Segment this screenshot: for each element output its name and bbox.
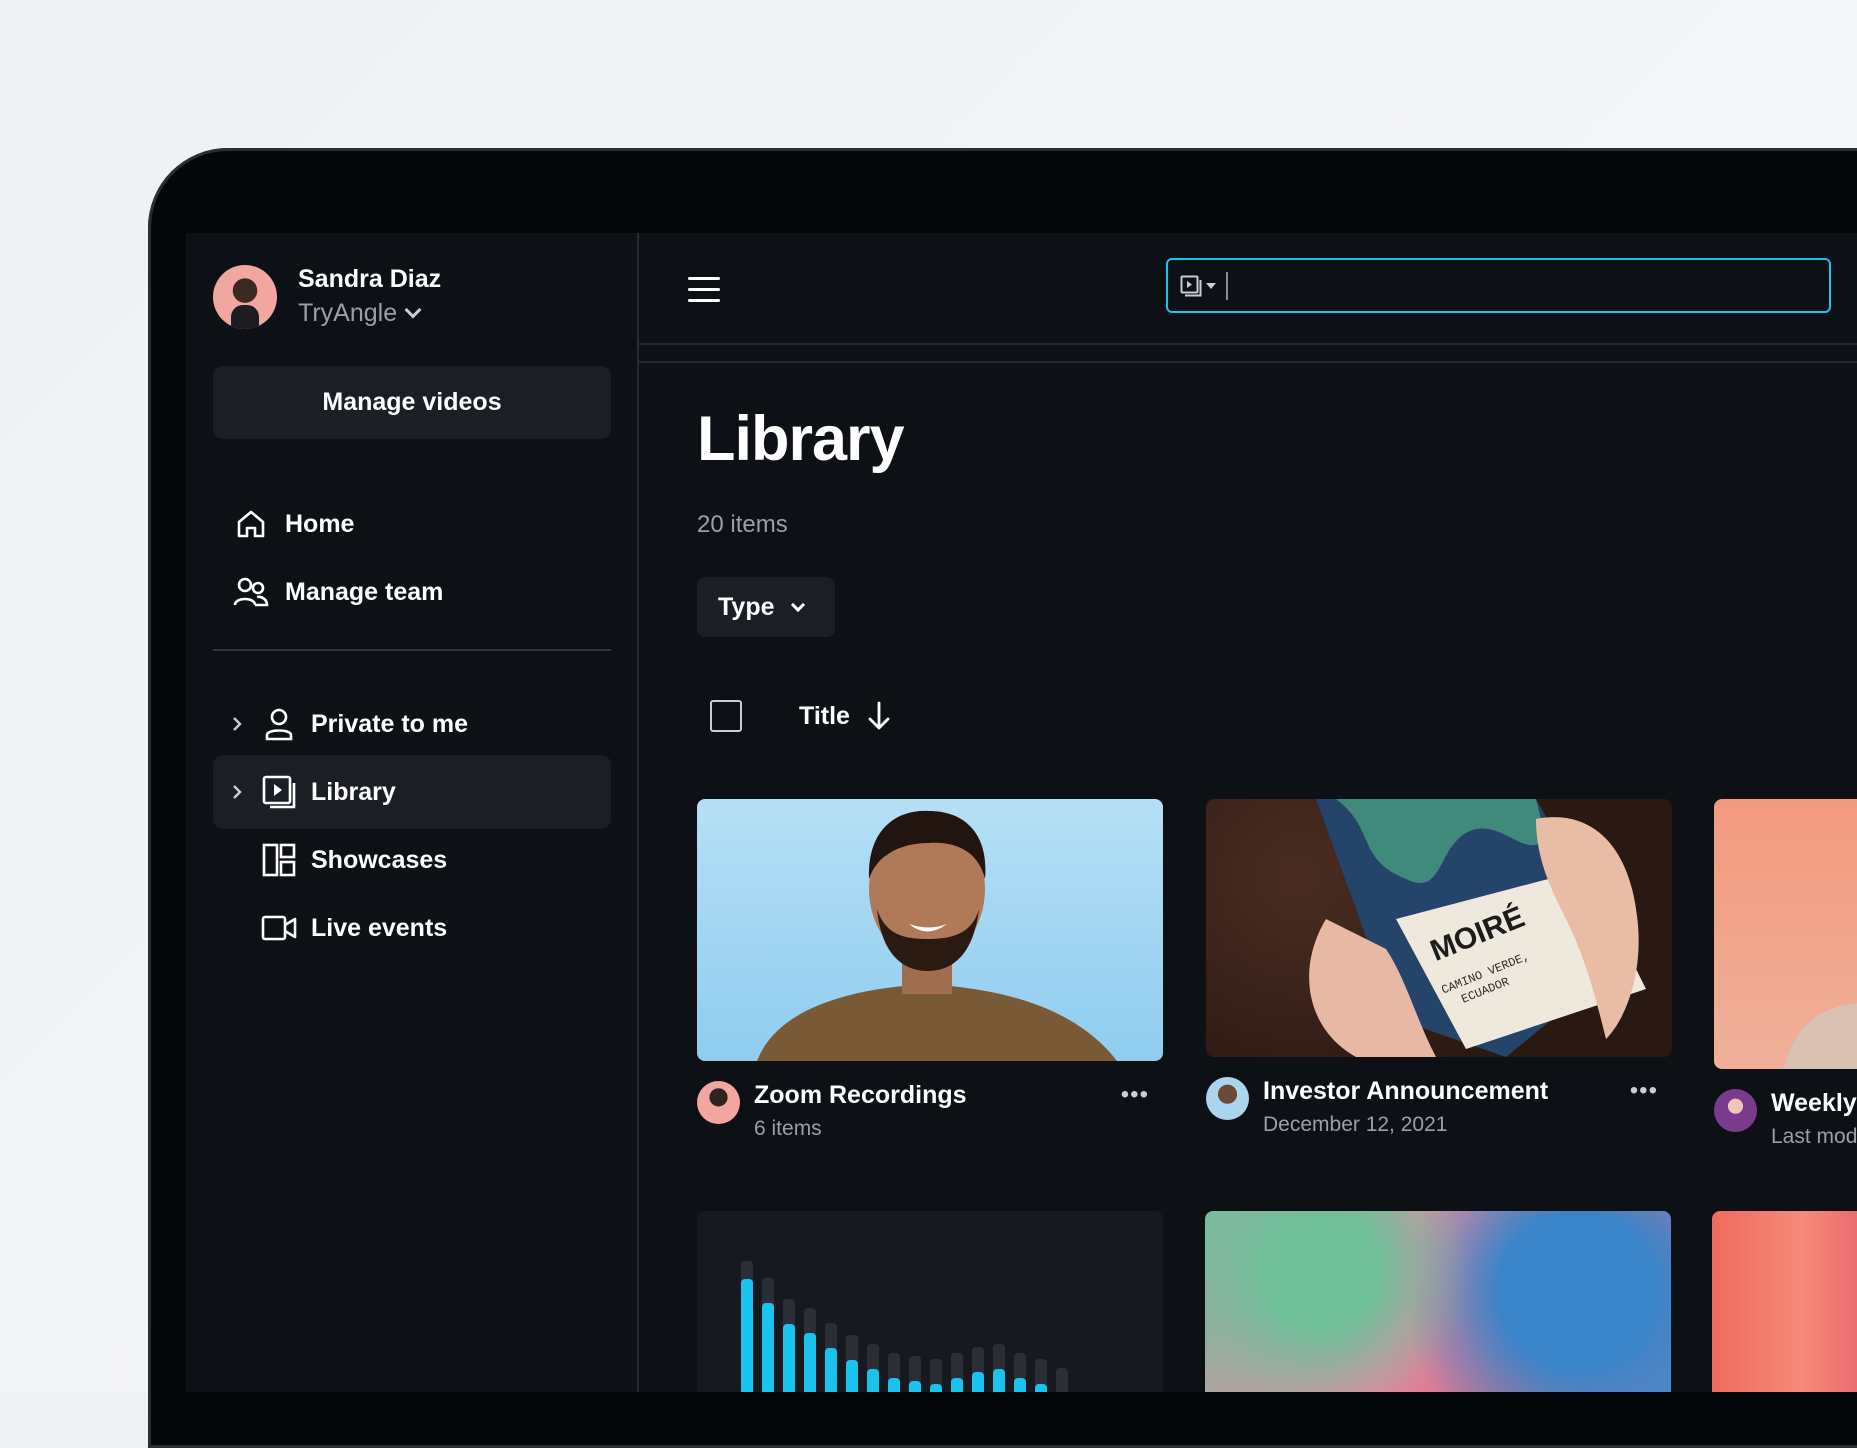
video-card[interactable]: Weekly Last mod xyxy=(1714,799,1857,1149)
avatar xyxy=(1206,1077,1249,1120)
showcase-icon xyxy=(259,840,299,880)
bar xyxy=(951,1378,963,1392)
search-box[interactable] xyxy=(1166,258,1831,313)
bar xyxy=(1014,1378,1026,1392)
bar xyxy=(783,1324,795,1392)
sidebar: Sandra Diaz TryAngle Manage videos Home … xyxy=(186,233,639,1392)
video-card[interactable] xyxy=(697,1211,1163,1392)
sidebar-item-live-events[interactable]: Live events xyxy=(213,891,611,965)
video-card[interactable]: MOIRÉ CAMINO VERDE, ECUADOR Investor Ann… xyxy=(1206,799,1672,1137)
video-thumbnail[interactable] xyxy=(697,799,1163,1061)
card-title[interactable]: Investor Announcement xyxy=(1263,1077,1548,1105)
sidebar-item-manage-team[interactable]: Manage team xyxy=(213,555,611,629)
video-card[interactable] xyxy=(1205,1211,1671,1392)
thumbnail-illustration: MOIRÉ CAMINO VERDE, ECUADOR xyxy=(1309,799,1646,1057)
sort-label: Title xyxy=(799,701,850,730)
bar xyxy=(1035,1384,1047,1392)
bar-chart xyxy=(741,1261,1068,1392)
sidebar-item-showcases[interactable]: Showcases xyxy=(213,823,611,897)
page-title: Library xyxy=(697,404,905,474)
chevron-down-icon xyxy=(404,301,422,319)
bar xyxy=(909,1381,921,1392)
person-icon xyxy=(259,704,299,744)
divider xyxy=(213,649,611,651)
bar xyxy=(762,1303,774,1392)
sidebar-item-label: Home xyxy=(285,509,355,538)
sort-by-title[interactable]: Title xyxy=(799,701,890,731)
chevron-down-icon xyxy=(790,597,805,612)
more-options-icon[interactable]: ••• xyxy=(1630,1077,1658,1105)
library-icon xyxy=(259,772,299,812)
type-filter-button[interactable]: Type xyxy=(697,577,835,637)
library-icon xyxy=(1180,275,1202,296)
bar xyxy=(867,1369,879,1392)
avatar xyxy=(213,265,277,329)
bar xyxy=(888,1378,900,1392)
video-thumbnail[interactable]: MOIRÉ CAMINO VERDE, ECUADOR xyxy=(1206,799,1672,1057)
sidebar-item-private[interactable]: Private to me xyxy=(213,687,611,761)
card-subtitle: 6 items xyxy=(754,1117,822,1140)
thumbnail-illustration xyxy=(757,810,1117,1061)
sidebar-item-label: Library xyxy=(311,777,396,806)
caret-down-icon xyxy=(1206,282,1216,289)
video-thumbnail[interactable] xyxy=(1714,799,1857,1069)
select-all-checkbox[interactable] xyxy=(710,700,742,732)
search-type-dropdown[interactable] xyxy=(1180,275,1216,297)
video-thumbnail[interactable] xyxy=(697,1211,1163,1392)
chevron-right-icon[interactable] xyxy=(227,716,247,732)
item-count: 20 items xyxy=(697,511,788,538)
search-input[interactable] xyxy=(1226,271,1829,300)
bar-background xyxy=(1056,1368,1068,1392)
team-icon xyxy=(231,572,271,612)
video-thumbnail[interactable] xyxy=(1205,1211,1671,1392)
arrow-down-icon xyxy=(868,701,890,730)
user-org[interactable]: TryAngle xyxy=(298,295,441,331)
type-filter-label: Type xyxy=(718,592,775,621)
manage-videos-button[interactable]: Manage videos xyxy=(213,366,611,439)
card-title[interactable]: Zoom Recordings xyxy=(754,1081,967,1109)
video-card[interactable] xyxy=(1712,1211,1857,1392)
user-name: Sandra Diaz xyxy=(298,265,442,293)
bar xyxy=(993,1369,1005,1392)
org-name: TryAngle xyxy=(298,299,398,327)
avatar xyxy=(1714,1089,1757,1132)
sidebar-item-label: Private to me xyxy=(311,709,469,738)
sidebar-item-home[interactable]: Home xyxy=(213,487,611,561)
video-thumbnail[interactable] xyxy=(1712,1211,1857,1392)
card-title[interactable]: Weekly xyxy=(1771,1089,1857,1117)
video-card[interactable]: Zoom Recordings 6 items ••• xyxy=(697,799,1163,1141)
top-bar xyxy=(639,233,1857,363)
sidebar-item-label: Showcases xyxy=(311,845,448,874)
more-options-icon[interactable]: ••• xyxy=(1121,1081,1149,1109)
app-screen: Sandra Diaz TryAngle Manage videos Home … xyxy=(186,233,1857,1392)
hamburger-menu-icon[interactable] xyxy=(688,277,720,303)
thumbnail-illustration xyxy=(1784,1003,1857,1069)
bar xyxy=(741,1279,753,1392)
video-camera-icon xyxy=(259,908,299,948)
bar xyxy=(804,1333,816,1392)
bar xyxy=(825,1348,837,1392)
card-subtitle: Last mod xyxy=(1771,1125,1857,1148)
sidebar-item-library[interactable]: Library xyxy=(213,755,611,829)
sidebar-item-label: Live events xyxy=(311,913,448,942)
user-switcher[interactable]: Sandra Diaz TryAngle xyxy=(213,263,441,331)
chevron-right-icon[interactable] xyxy=(227,784,247,800)
avatar xyxy=(697,1081,740,1124)
bar xyxy=(972,1372,984,1392)
card-subtitle: December 12, 2021 xyxy=(1263,1113,1448,1136)
home-icon xyxy=(231,504,271,544)
bar xyxy=(846,1360,858,1392)
bar xyxy=(930,1384,942,1392)
sidebar-item-label: Manage team xyxy=(285,577,444,606)
